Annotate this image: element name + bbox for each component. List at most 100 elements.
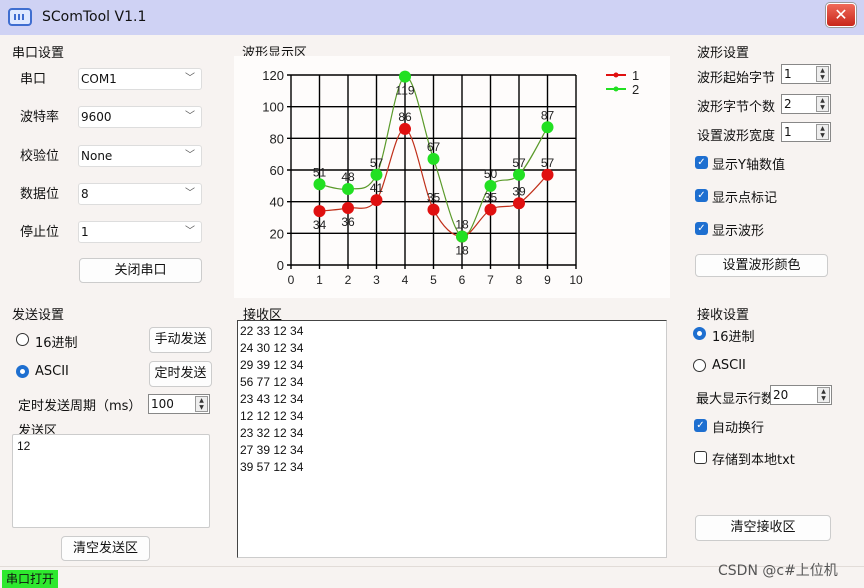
send-period-value: 100 bbox=[151, 397, 174, 411]
send-area-input[interactable]: 12 bbox=[12, 434, 210, 528]
x-tick-label: 6 bbox=[459, 273, 466, 287]
data-point-series-1 bbox=[370, 194, 383, 207]
data-label-series-1: 35 bbox=[427, 191, 441, 205]
y-tick-label: 40 bbox=[270, 195, 284, 210]
clear-receive-button[interactable]: 清空接收区 bbox=[695, 515, 831, 541]
data-point-series-1 bbox=[399, 122, 411, 135]
data-label-series-1: 35 bbox=[484, 191, 498, 205]
receive-line: 24 30 12 34 bbox=[240, 341, 304, 355]
chevron-down-icon: ﹀ bbox=[185, 150, 195, 161]
show-y-values-checkbox[interactable]: ✓ bbox=[695, 156, 708, 169]
wave-width-label: 设置波形宽度 bbox=[697, 129, 776, 144]
send-hex-radio[interactable] bbox=[16, 333, 29, 346]
data-point-series-1 bbox=[342, 202, 354, 214]
spinner-arrows-icon[interactable]: ▲ ▼ bbox=[817, 387, 830, 403]
serial-settings-title: 串口设置 bbox=[12, 46, 65, 61]
port-select[interactable]: COM1 ﹀ bbox=[78, 68, 202, 90]
receive-area-textbox[interactable]: 22 33 12 34 24 30 12 34 29 39 12 34 56 7… bbox=[237, 320, 667, 558]
show-y-values-label: 显示Y轴数值 bbox=[712, 158, 785, 173]
recv-ascii-radio[interactable] bbox=[693, 359, 706, 372]
send-ascii-radio[interactable] bbox=[16, 365, 29, 378]
save-txt-label: 存储到本地txt bbox=[712, 453, 795, 468]
data-point-series-1 bbox=[513, 197, 525, 210]
max-lines-value: 20 bbox=[773, 388, 789, 402]
start-byte-spinner[interactable]: 1 ▲ ▼ bbox=[781, 64, 831, 84]
legend-marker-2 bbox=[613, 86, 619, 92]
chevron-down-icon: ﹀ bbox=[185, 111, 195, 122]
parity-select[interactable]: None ﹀ bbox=[78, 145, 202, 167]
close-button[interactable]: ✕ bbox=[826, 3, 856, 27]
receive-line: 12 12 12 34 bbox=[240, 409, 304, 423]
send-settings-title: 发送设置 bbox=[12, 308, 65, 323]
baud-label: 波特率 bbox=[20, 110, 60, 125]
data-label-series-1: 36 bbox=[341, 215, 355, 229]
stopbits-label: 停止位 bbox=[20, 225, 60, 240]
auto-wrap-label: 自动换行 bbox=[712, 421, 765, 436]
spinner-arrows-icon[interactable]: ▲ ▼ bbox=[816, 96, 829, 112]
parity-value: None bbox=[81, 149, 113, 163]
y-tick-label: 20 bbox=[270, 226, 284, 241]
show-markers-checkbox[interactable]: ✓ bbox=[695, 189, 708, 202]
data-point-series-1 bbox=[484, 203, 497, 216]
y-tick-label: 100 bbox=[262, 100, 284, 115]
legend-marker-1 bbox=[613, 72, 619, 78]
baud-value: 9600 bbox=[81, 110, 112, 124]
data-point-series-2 bbox=[541, 121, 554, 134]
legend-label-2: 2 bbox=[632, 82, 639, 97]
recv-ascii-label: ASCII bbox=[712, 358, 746, 373]
manual-send-button[interactable]: 手动发送 bbox=[149, 327, 212, 353]
recv-hex-radio[interactable] bbox=[693, 327, 706, 340]
baud-select[interactable]: 9600 ﹀ bbox=[78, 106, 202, 128]
data-point-series-2 bbox=[513, 168, 525, 181]
title-bar: SComTool V1.1 ✕ bbox=[0, 0, 864, 35]
data-label-series-2: 119 bbox=[395, 84, 414, 98]
clear-send-button[interactable]: 清空发送区 bbox=[61, 536, 150, 561]
data-point-series-2 bbox=[370, 168, 383, 181]
timed-send-button[interactable]: 定时发送 bbox=[149, 361, 212, 387]
data-label-series-2: 50 bbox=[484, 167, 498, 181]
data-label-series-1: 41 bbox=[370, 181, 384, 195]
data-label-series-1: 18 bbox=[455, 244, 469, 258]
chevron-down-icon: ﹀ bbox=[185, 73, 195, 84]
x-tick-label: 3 bbox=[373, 273, 380, 287]
close-port-button[interactable]: 关闭串口 bbox=[79, 258, 202, 283]
save-txt-checkbox[interactable] bbox=[694, 451, 707, 464]
recv-hex-label: 16进制 bbox=[712, 330, 755, 345]
send-period-spinner[interactable]: 100 ▲ ▼ bbox=[148, 394, 210, 414]
data-label-series-1: 39 bbox=[512, 184, 526, 198]
max-lines-spinner[interactable]: 20 ▲ ▼ bbox=[770, 385, 832, 405]
stopbits-select[interactable]: 1 ﹀ bbox=[78, 221, 202, 243]
window-title: SComTool V1.1 bbox=[42, 9, 147, 25]
byte-count-value: 2 bbox=[784, 97, 792, 111]
show-markers-label: 显示点标记 bbox=[712, 191, 778, 206]
legend-label-1: 1 bbox=[632, 68, 639, 83]
data-point-series-2 bbox=[484, 179, 497, 192]
send-period-label: 定时发送周期（ms） bbox=[18, 399, 142, 414]
spinner-arrows-icon[interactable]: ▲ ▼ bbox=[816, 66, 829, 82]
waveform-chart: 0 1 2 3 4 5 6 7 8 9 1002040608010012034 36418635183… bbox=[262, 68, 639, 287]
data-point-series-2 bbox=[456, 230, 468, 243]
spinner-arrows-icon[interactable]: ▲ ▼ bbox=[195, 396, 208, 412]
receive-settings-title: 接收设置 bbox=[697, 308, 750, 323]
chevron-down-icon: ﹀ bbox=[185, 226, 195, 237]
byte-count-label: 波形字节个数 bbox=[697, 100, 776, 115]
spinner-arrows-icon[interactable]: ▲ ▼ bbox=[816, 124, 829, 140]
data-point-series-2 bbox=[313, 178, 326, 191]
show-wave-checkbox[interactable]: ✓ bbox=[695, 222, 708, 235]
receive-line: 56 77 12 34 bbox=[240, 375, 304, 389]
x-tick-label: 9 bbox=[544, 273, 551, 287]
set-wave-color-button[interactable]: 设置波形颜色 bbox=[695, 254, 828, 277]
parity-label: 校验位 bbox=[20, 149, 60, 164]
data-label-series-2: 57 bbox=[512, 156, 526, 170]
x-tick-label: 7 bbox=[487, 273, 494, 287]
byte-count-spinner[interactable]: 2 ▲ ▼ bbox=[781, 94, 831, 114]
send-ascii-label: ASCII bbox=[35, 364, 69, 379]
x-tick-label: 1 bbox=[316, 273, 323, 287]
y-tick-label: 120 bbox=[262, 68, 284, 83]
auto-wrap-checkbox[interactable]: ✓ bbox=[694, 419, 707, 432]
databits-select[interactable]: 8 ﹀ bbox=[78, 183, 202, 205]
max-lines-label: 最大显示行数 bbox=[696, 392, 775, 407]
wave-width-spinner[interactable]: 1 ▲ ▼ bbox=[781, 122, 831, 142]
databits-label: 数据位 bbox=[20, 187, 60, 202]
port-label: 串口 bbox=[20, 72, 47, 87]
